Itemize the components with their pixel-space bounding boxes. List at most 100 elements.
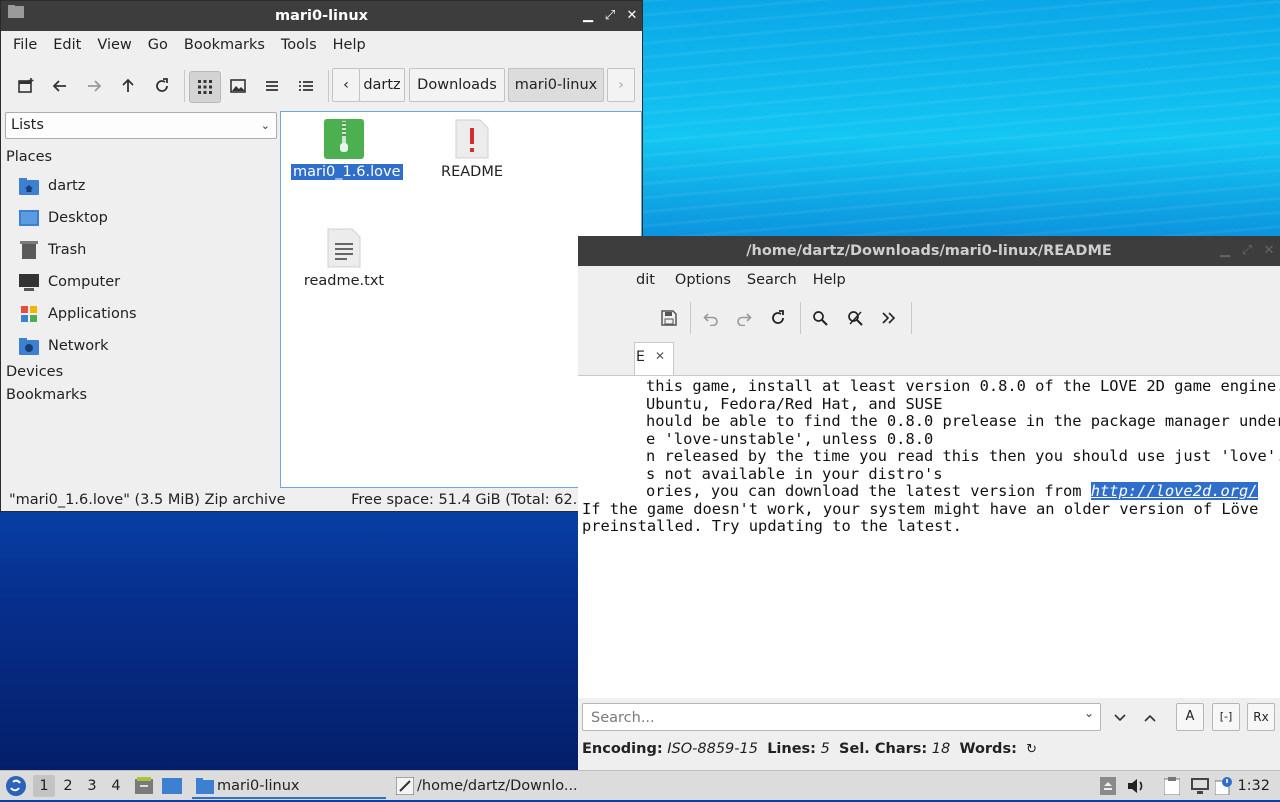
side-panel-mode-select[interactable]: Lists ⌄ <box>5 112 277 139</box>
text-content[interactable]: this game, install at least version 0.8.… <box>578 375 1280 698</box>
icon-view-icon[interactable] <box>189 71 221 103</box>
fm-statusbar: "mari0_1.6.love" (3.5 MiB) Zip archive F… <box>9 489 634 511</box>
menu-search[interactable]: Search <box>739 272 805 288</box>
compact-view-icon[interactable] <box>257 71 287 101</box>
menu-file[interactable]: File <box>5 37 45 53</box>
back-arrow-icon[interactable] <box>45 71 75 101</box>
undo-icon[interactable] <box>696 303 726 333</box>
reload-icon[interactable] <box>763 303 793 333</box>
editor-titlebar[interactable]: /home/dartz/Downloads/mari0-linux/README… <box>578 236 1280 266</box>
url-link[interactable]: http://love2d.org/ <box>1090 482 1258 500</box>
editor-window-title: /home/dartz/Downloads/mari0-linux/README <box>746 243 1112 259</box>
search-input[interactable] <box>589 705 1073 731</box>
forward-arrow-icon[interactable] <box>79 71 109 101</box>
text-line: ories, you can download the latest versi… <box>646 482 1258 501</box>
menu-bookmarks[interactable]: Bookmarks <box>176 37 273 53</box>
maximize-button[interactable]: ⤢ <box>599 1 621 31</box>
regex-button[interactable]: Rx <box>1247 703 1275 731</box>
text-line: Ubuntu, Fedora/Red Hat, and SUSE <box>646 394 943 413</box>
workspace-3[interactable]: 3 <box>81 775 103 797</box>
refresh-word-count-icon[interactable]: ↻ <box>1026 742 1037 757</box>
task-label: /home/dartz/Downlo... <box>417 778 578 794</box>
menu-options[interactable]: Options <box>667 272 739 288</box>
devices-heading[interactable]: Devices <box>6 364 63 380</box>
clock[interactable]: 1:32 <box>1237 771 1270 801</box>
minimize-button[interactable]: ▁ <box>1214 236 1236 266</box>
applications-icon <box>19 305 39 323</box>
breadcrumb-scroll-left[interactable]: ‹ <box>332 68 360 102</box>
up-arrow-icon[interactable] <box>113 71 143 101</box>
tab-readme[interactable]: E ✕ <box>634 342 674 375</box>
file-item-mari0-love[interactable]: mari0_1.6.love <box>291 119 403 180</box>
workspace-2[interactable]: 2 <box>57 775 79 797</box>
text-editor-window: /home/dartz/Downloads/mari0-linux/README… <box>578 236 1280 770</box>
sidebar-item-label: Trash <box>48 242 87 258</box>
breadcrumb-mari0-linux[interactable]: mari0-linux <box>508 68 604 102</box>
close-button[interactable]: ✕ <box>621 1 643 31</box>
menu-edit[interactable]: dit <box>636 272 667 288</box>
text-line: this game, install at least version 0.8.… <box>646 377 1280 395</box>
more-icon[interactable] <box>874 303 904 333</box>
file-manager-window: mari0-linux ▁ ⤢ ✕ File Edit View Go Book… <box>0 0 643 512</box>
find-previous-button[interactable] <box>1138 707 1162 729</box>
menu-help[interactable]: Help <box>805 272 854 288</box>
bookmarks-heading[interactable]: Bookmarks <box>6 387 87 403</box>
detailed-list-icon[interactable] <box>291 71 321 101</box>
find-next-button[interactable] <box>1108 707 1132 729</box>
search-field[interactable]: ⌄ <box>582 703 1101 731</box>
new-tab-icon[interactable] <box>11 71 41 101</box>
menu-go[interactable]: Go <box>140 37 176 53</box>
places-heading[interactable]: Places <box>6 149 52 165</box>
breadcrumb-dartz[interactable]: dartz <box>359 68 405 102</box>
sidebar-item-label: Computer <box>48 274 121 290</box>
menu-edit[interactable]: Edit <box>45 37 89 53</box>
clipboard-icon[interactable] <box>1162 776 1182 796</box>
whole-word-button[interactable]: [-] <box>1212 703 1240 731</box>
reload-icon[interactable] <box>147 71 177 101</box>
computer-icon <box>19 273 39 291</box>
thumbnail-view-icon[interactable] <box>223 71 253 101</box>
find-replace-icon[interactable] <box>840 303 870 333</box>
file-item-readme-txt[interactable]: readme.txt <box>291 228 397 289</box>
show-desktop-icon[interactable] <box>162 776 182 796</box>
redo-icon[interactable] <box>729 303 759 333</box>
task-file-manager[interactable]: mari0-linux <box>192 773 386 799</box>
breadcrumb-scroll-right[interactable]: › <box>607 68 635 102</box>
selchars-label: Sel. Chars: <box>839 741 928 757</box>
eject-icon[interactable] <box>1098 776 1118 796</box>
breadcrumb-downloads[interactable]: Downloads <box>409 68 505 102</box>
task-text-editor[interactable]: /home/dartz/Downlo... <box>392 773 592 799</box>
save-icon[interactable] <box>654 303 684 333</box>
file-item-readme[interactable]: README <box>419 119 525 180</box>
menu-tools[interactable]: Tools <box>273 37 325 53</box>
home-folder-icon <box>19 177 39 195</box>
file-manager-launcher-icon[interactable] <box>134 776 154 796</box>
text-file-icon <box>327 228 361 268</box>
menu-help[interactable]: Help <box>325 37 374 53</box>
minimize-button[interactable]: ▁ <box>577 1 599 31</box>
maximize-button[interactable]: ⤢ <box>1236 236 1258 266</box>
side-panel-mode-value: Lists <box>11 117 44 133</box>
volume-icon[interactable] <box>1126 776 1146 796</box>
menu-view[interactable]: View <box>89 37 139 53</box>
window-title: mari0-linux <box>274 8 369 24</box>
notification-icon[interactable] <box>1214 776 1234 796</box>
workspace-1[interactable]: 1 <box>33 775 55 797</box>
close-tab-icon[interactable]: ✕ <box>655 349 665 363</box>
workspace-4[interactable]: 4 <box>105 775 127 797</box>
text-line: preinstalled. Try updating to the latest… <box>582 517 962 535</box>
find-icon[interactable] <box>805 303 835 333</box>
fm-titlebar[interactable]: mari0-linux ▁ ⤢ ✕ <box>1 1 642 31</box>
chevron-down-icon[interactable]: ⌄ <box>1084 706 1094 720</box>
file-name: mari0_1.6.love <box>291 164 403 180</box>
start-menu-icon[interactable] <box>4 774 28 798</box>
task-label: mari0-linux <box>217 778 300 794</box>
editor-menubar: dit Options Search Help <box>578 266 1280 294</box>
file-name: readme.txt <box>303 273 385 289</box>
network-status-icon[interactable] <box>1190 776 1210 796</box>
warning-document-icon <box>455 119 489 159</box>
close-button[interactable]: ✕ <box>1258 236 1280 266</box>
chevron-down-icon: ⌄ <box>260 119 270 132</box>
match-case-button[interactable]: A <box>1176 703 1204 731</box>
toolbar-separator <box>911 302 912 334</box>
